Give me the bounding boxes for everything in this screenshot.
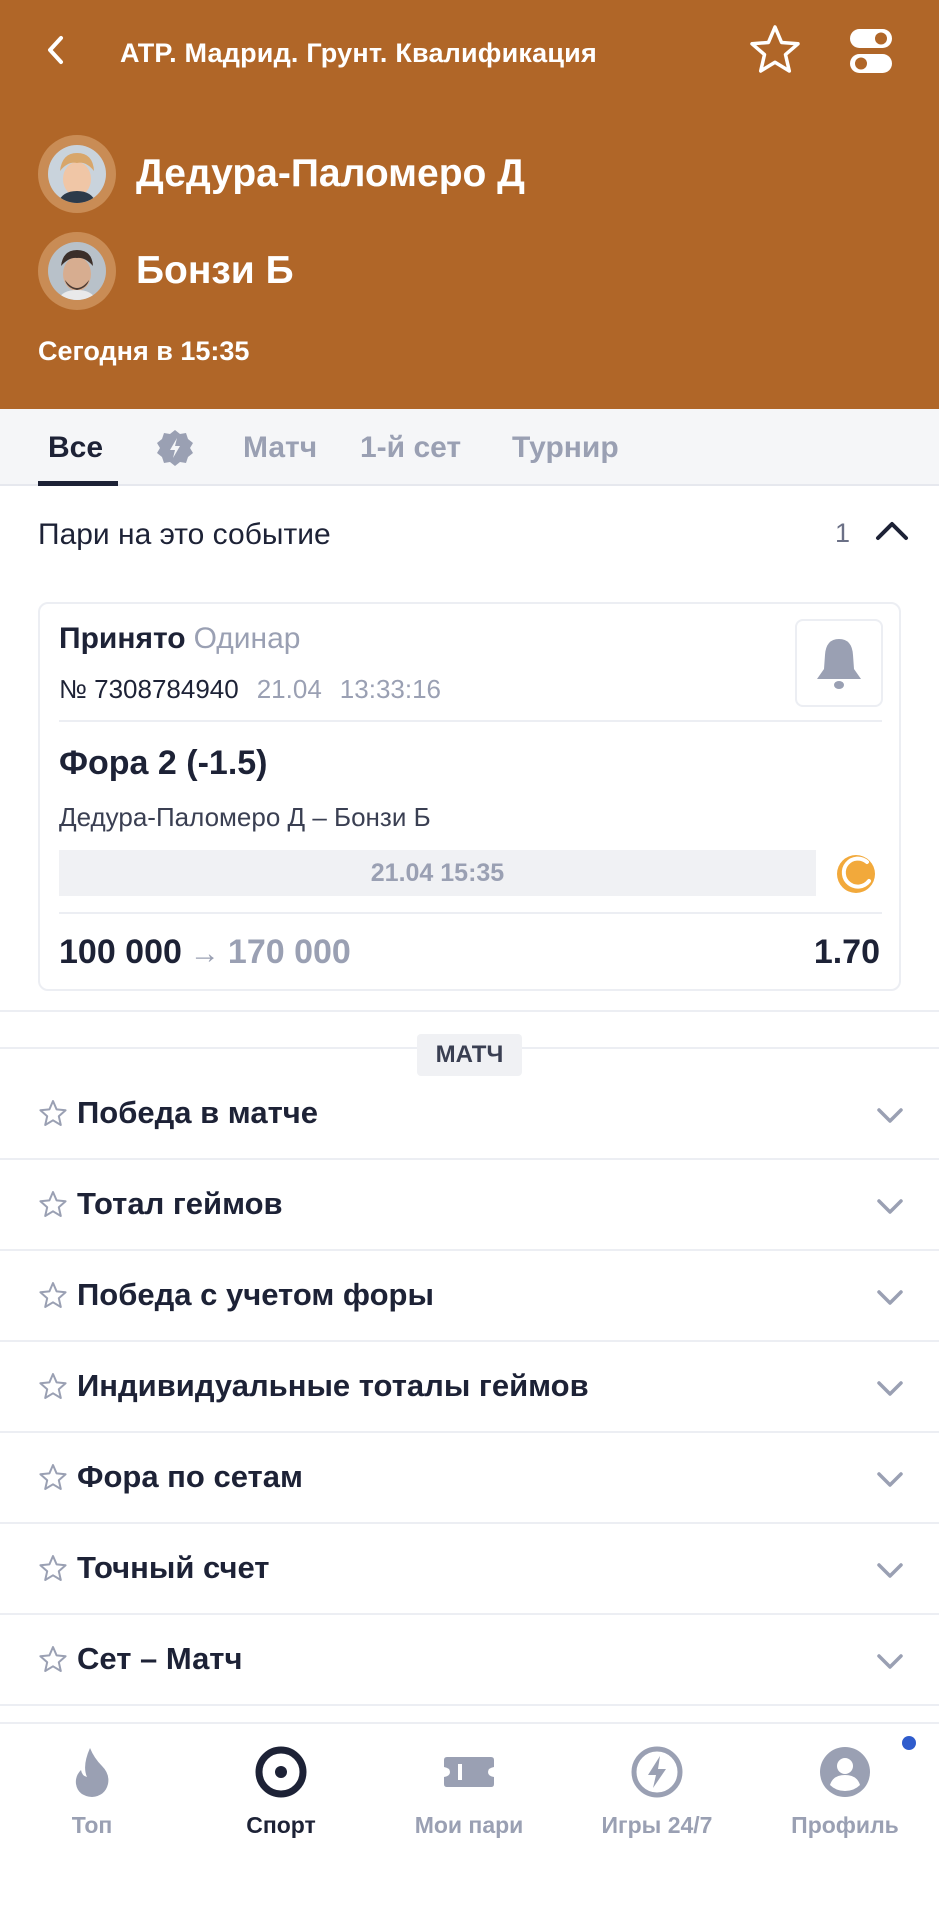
- bet-stake: 100 000: [59, 933, 182, 971]
- nav-item-sport[interactable]: Спорт: [191, 1738, 371, 1848]
- star-outline-icon[interactable]: [38, 1190, 68, 1220]
- active-tab-indicator: [38, 481, 118, 486]
- market-row[interactable]: Победа в матче: [0, 1069, 939, 1160]
- nav-label: Топ: [71, 1812, 113, 1838]
- toggle-button[interactable]: [848, 26, 894, 76]
- back-button[interactable]: [36, 30, 76, 70]
- market-label: Победа с учетом форы: [77, 1277, 434, 1312]
- market-row[interactable]: Сет – Матч: [0, 1615, 939, 1706]
- bet-odds: 1.70: [813, 933, 880, 971]
- tennis-ball-icon: [837, 855, 875, 893]
- market-label: Точный счет: [77, 1550, 270, 1585]
- flame-icon: [75, 1748, 109, 1797]
- bet-meta: № 7308784940 21.04 13:33:16: [59, 674, 441, 705]
- nav-label: Мои пари: [414, 1812, 524, 1838]
- market-row[interactable]: Тотал геймов: [0, 1160, 939, 1251]
- bet-event: Дедура-Паломеро Д – Бонзи Б: [59, 802, 431, 832]
- chevron-down-icon[interactable]: [872, 1097, 908, 1133]
- event-start-time: Сегодня в 15:35: [38, 336, 250, 366]
- market-label: Тотал геймов: [77, 1186, 283, 1221]
- divider: [0, 1010, 939, 1012]
- star-outline-icon[interactable]: [38, 1554, 68, 1584]
- notification-dot: [902, 1736, 916, 1750]
- chevron-down-icon[interactable]: [872, 1552, 908, 1588]
- bet-amount: 100 000 → 170 000: [59, 933, 351, 972]
- tournament-title: ATP. Мадрид. Грунт. Квалификация: [120, 38, 597, 68]
- market-label: Сет – Матч: [77, 1641, 243, 1676]
- chevron-down-icon[interactable]: [872, 1279, 908, 1315]
- my-bets-count: 1: [835, 518, 851, 548]
- market-tabs: Все Матч 1-й сет Турнир: [0, 409, 939, 486]
- nav-item-my-bets[interactable]: Мои пари: [379, 1738, 559, 1848]
- tab-first-set[interactable]: 1-й сет: [360, 409, 461, 486]
- market-label: Фора по сетам: [77, 1459, 303, 1494]
- back-icon: [48, 36, 63, 64]
- bet-time: 13:33:16: [339, 674, 442, 704]
- nav-item-games[interactable]: Игры 24/7: [567, 1738, 747, 1848]
- avatar: [38, 135, 116, 213]
- notify-button[interactable]: [795, 619, 883, 707]
- market-label: Индивидуальные тоталы геймов: [77, 1368, 589, 1403]
- divider: [59, 912, 882, 914]
- market-row[interactable]: Фора по сетам: [0, 1433, 939, 1524]
- bet-type: Одинар: [193, 622, 301, 655]
- bet-card[interactable]: Принято Одинар № 7308784940 21.04 13:33:16 …: [38, 602, 901, 991]
- tab-special[interactable]: [155, 409, 195, 486]
- nav-label: Профиль: [791, 1812, 899, 1838]
- star-outline-icon[interactable]: [38, 1463, 68, 1493]
- bet-payout: 170 000: [227, 933, 351, 971]
- market-row[interactable]: Победа с учетом форы: [0, 1251, 939, 1342]
- star-icon: [750, 25, 800, 73]
- bet-date: 21.04: [256, 674, 322, 704]
- star-outline-icon[interactable]: [38, 1099, 68, 1129]
- badge-icon: [157, 429, 193, 466]
- bell-icon: [817, 639, 861, 689]
- star-outline-icon[interactable]: [38, 1281, 68, 1311]
- bet-status: Принято Одинар: [59, 622, 300, 656]
- player-2-name: Бонзи Б: [136, 249, 294, 292]
- star-outline-icon[interactable]: [38, 1372, 68, 1402]
- bet-number: № 7308784940: [59, 674, 239, 704]
- nav-item-top[interactable]: Топ: [2, 1738, 182, 1848]
- player-2: Бонзи Б: [38, 231, 294, 311]
- bet-status-label: Принято: [59, 622, 186, 655]
- my-bets-title: Пари на это событие: [38, 518, 331, 551]
- chevron-down-icon[interactable]: [872, 1643, 908, 1679]
- market-row[interactable]: Индивидуальные тоталы геймов: [0, 1342, 939, 1433]
- chevron-up-icon[interactable]: [870, 510, 914, 554]
- chevron-down-icon[interactable]: [872, 1188, 908, 1224]
- divider: [59, 720, 882, 722]
- tab-all[interactable]: Все: [48, 409, 103, 486]
- market-label: Победа в матче: [77, 1095, 318, 1130]
- star-outline-icon[interactable]: [38, 1645, 68, 1675]
- match-header: ATP. Мадрид. Грунт. Квалификация Дедура-…: [0, 0, 939, 409]
- nav-label: Игры 24/7: [601, 1812, 713, 1838]
- chevron-down-icon[interactable]: [872, 1370, 908, 1406]
- tab-match[interactable]: Матч: [243, 409, 317, 486]
- bottom-navigation: Топ Спорт Мои пари Игры 24/7 Профиль: [0, 1722, 939, 1920]
- bet-market: Фора 2 (-1.5): [59, 744, 268, 782]
- arrow-right-icon: →: [189, 937, 220, 970]
- market-row[interactable]: Точный счет: [0, 1524, 939, 1615]
- chevron-down-icon[interactable]: [872, 1461, 908, 1497]
- player-1-name: Дедура-Паломеро Д: [136, 152, 525, 195]
- sport-icon: [255, 1746, 307, 1798]
- player-1: Дедура-Паломеро Д: [38, 134, 525, 214]
- tab-tournament[interactable]: Турнир: [512, 409, 619, 486]
- favorite-button[interactable]: [746, 22, 804, 80]
- toggle-icon: [850, 29, 892, 73]
- bet-start-date: 21.04 15:35: [59, 850, 816, 896]
- ticket-icon: [444, 1757, 494, 1787]
- nav-item-profile[interactable]: Профиль: [755, 1738, 935, 1848]
- nav-label: Спорт: [246, 1812, 316, 1838]
- profile-icon: [820, 1747, 870, 1797]
- my-bets-header[interactable]: Пари на это событие 1: [0, 488, 939, 580]
- lightning-icon: [631, 1746, 683, 1798]
- avatar: [38, 232, 116, 310]
